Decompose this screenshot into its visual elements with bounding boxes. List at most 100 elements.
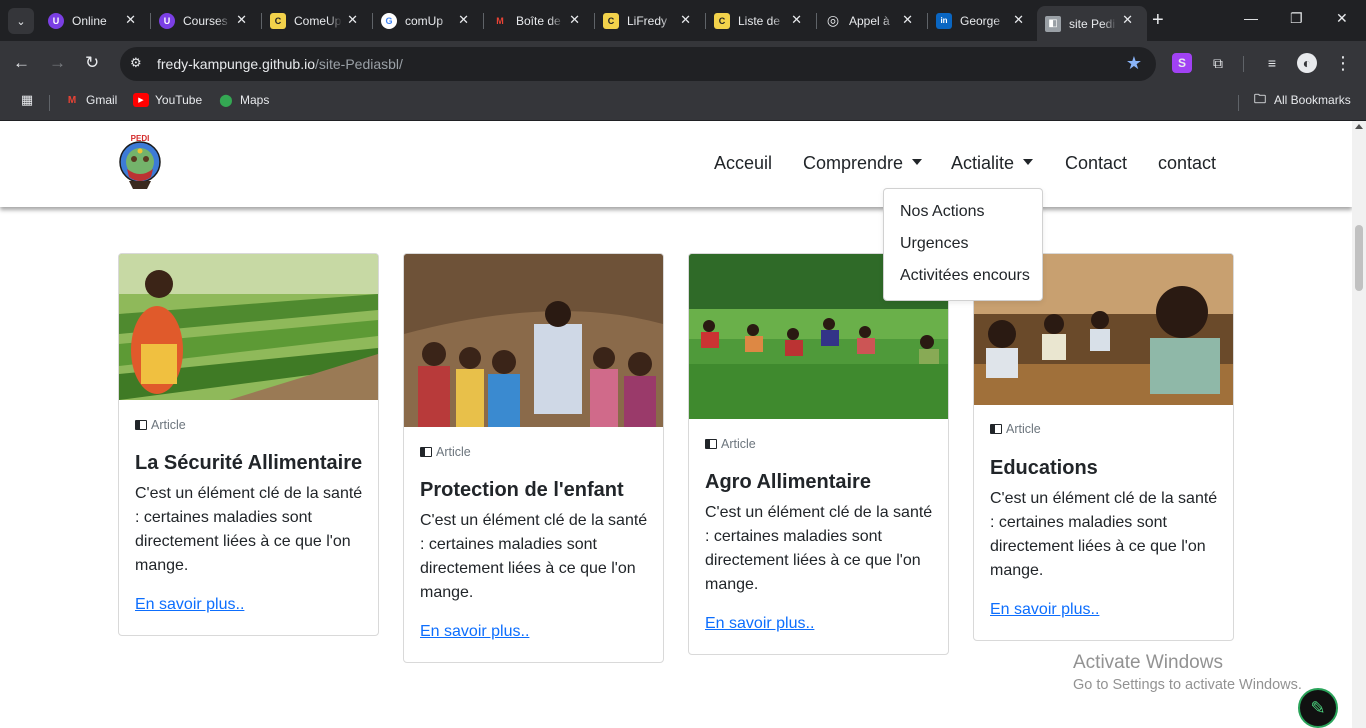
article-badge: Article [420, 445, 471, 459]
card-text: C'est un élément clé de la santé : certa… [705, 504, 933, 593]
browser-tab[interactable]: in George ✕ [928, 6, 1038, 35]
site-logo[interactable]: PEDI [117, 133, 163, 193]
extensions-puzzle-icon[interactable]: ⧉ [1208, 53, 1228, 73]
minimize-button[interactable]: — [1244, 10, 1258, 26]
card-text: C'est un élément clé de la santé : certa… [990, 490, 1218, 579]
apps-grid-icon[interactable]: ▦ [19, 92, 41, 107]
close-icon[interactable]: ✕ [125, 12, 136, 28]
close-icon[interactable]: ✕ [1013, 12, 1024, 28]
youtube-icon: ▶ [133, 93, 149, 107]
browser-tab-strip: ⌄ U Online ✕ U Courses ✕ C ComeUp ✕ G co… [0, 0, 1366, 41]
reload-button[interactable]: ↻ [85, 53, 99, 73]
dropdown-item-nos-actions[interactable]: Nos Actions [900, 203, 984, 221]
read-more-link[interactable]: En savoir plus.. [990, 601, 1099, 619]
card-title: Educations [990, 457, 1098, 479]
bookmark-youtube[interactable]: ▶ YouTube [133, 93, 202, 107]
arrow-right-icon: → [49, 53, 66, 72]
forward-button[interactable]: → [49, 53, 66, 73]
close-icon[interactable]: ✕ [347, 12, 358, 28]
dropdown-item-activites-encours[interactable]: Activitées encours [900, 267, 1030, 285]
scrollbar-thumb[interactable] [1355, 225, 1363, 291]
nav-accueil[interactable]: Acceuil [714, 153, 772, 174]
browser-tab[interactable]: U Online ✕ [40, 6, 150, 35]
book-icon [705, 439, 717, 449]
back-button[interactable]: ← [13, 53, 30, 73]
url-text[interactable]: fredy-kampunge.github.io/site-Pediasbl/ [157, 56, 403, 72]
caret-down-icon [1023, 158, 1034, 165]
browser-tab[interactable]: U Courses ✕ [151, 6, 261, 35]
site-info-icon[interactable]: ⚙ [130, 55, 148, 73]
page-scrollbar[interactable] [1352, 121, 1366, 728]
browser-tab-active[interactable]: ◧ site Pedi ✕ [1037, 6, 1147, 41]
maps-icon: ⬤ [219, 93, 233, 107]
browser-toolbar: ← → ↻ ⚙ fredy-kampunge.github.io/site-Pe… [0, 41, 1366, 86]
scroll-up-icon[interactable] [1355, 124, 1363, 129]
bookmark-star-icon[interactable]: ★ [1126, 53, 1142, 74]
article-badge: Article [990, 422, 1041, 436]
browser-tab[interactable]: ◎ Appel à ✕ [817, 6, 927, 35]
book-icon [420, 447, 432, 457]
tab-search-button[interactable]: ⌄ [8, 8, 34, 34]
extension-s-icon[interactable]: S [1172, 53, 1192, 73]
floating-action-button[interactable]: ✎ [1298, 688, 1338, 728]
nav-comprendre[interactable]: Comprendre [803, 153, 923, 174]
card-title: Protection de l'enfant [420, 479, 624, 501]
comeup-icon: C [270, 12, 286, 29]
restore-button[interactable]: ❐ [1290, 10, 1303, 27]
udemy-icon: U [159, 12, 175, 29]
card-text: C'est un élément clé de la santé : certa… [420, 512, 648, 601]
close-icon[interactable]: ✕ [902, 12, 913, 28]
nav-actialite[interactable]: Actialite [951, 153, 1034, 174]
read-more-link[interactable]: En savoir plus.. [420, 623, 529, 641]
caret-down-icon [912, 158, 923, 165]
reload-icon: ↻ [85, 53, 100, 72]
actialite-dropdown-menu: Nos Actions Urgences Activitées encours [883, 188, 1043, 301]
udemy-icon: U [48, 12, 64, 29]
tab-title: site Pedi [1069, 16, 1116, 31]
close-icon[interactable]: ✕ [458, 12, 469, 28]
new-tab-button[interactable]: + [1152, 9, 1164, 31]
article-card: Article Agro Allimentaire C'est un éléme… [688, 253, 949, 655]
site-favicon-icon: ◧ [1045, 15, 1061, 32]
close-icon[interactable]: ✕ [569, 12, 580, 28]
bookmark-gmail[interactable]: M Gmail [64, 93, 118, 107]
close-icon[interactable]: ✕ [680, 12, 691, 28]
read-more-link[interactable]: En savoir plus.. [705, 615, 814, 633]
dropdown-item-urgences[interactable]: Urgences [900, 235, 968, 253]
nav-contact[interactable]: Contact [1065, 153, 1127, 174]
window-close-button[interactable]: ✕ [1336, 10, 1348, 27]
browser-tab[interactable]: C ComeUp ✕ [262, 6, 372, 35]
browser-tab[interactable]: C LiFredy ✕ [595, 6, 705, 35]
folder-icon: 🗀 [1253, 91, 1266, 106]
article-badge: Article [705, 437, 756, 451]
browser-tab[interactable]: C Liste de ✕ [706, 6, 816, 35]
browser-tab[interactable]: M Boîte de ✕ [484, 6, 594, 35]
close-icon[interactable]: ✕ [791, 12, 802, 28]
article-card: Article Protection de l'enfant C'est un … [403, 253, 664, 663]
media-control-icon[interactable]: ≡ [1262, 53, 1282, 73]
bookmark-maps[interactable]: ⬤ Maps [218, 93, 269, 107]
read-more-link[interactable]: En savoir plus.. [135, 596, 244, 614]
address-bar[interactable]: ⚙ fredy-kampunge.github.io/site-Pediasbl… [120, 47, 1156, 81]
google-icon: G [381, 12, 397, 29]
comeup-icon: C [714, 12, 730, 29]
close-icon[interactable]: ✕ [236, 12, 247, 28]
card-title: La Sécurité Allimentaire [135, 452, 363, 474]
browser-tab[interactable]: G comUp ✕ [373, 6, 483, 35]
windows-activation-title: Activate Windows [1073, 652, 1223, 673]
tab-title: Liste de [738, 13, 781, 28]
article-card: Article La Sécurité Allimentaire C'est u… [118, 253, 379, 636]
pen-icon: ✎ [1310, 697, 1326, 718]
openai-icon: ◎ [826, 12, 840, 28]
tab-title: George [960, 13, 1001, 28]
nav-contact-2[interactable]: contact [1158, 153, 1216, 174]
card-image-children-group [404, 254, 663, 427]
tab-title: LiFredy [627, 13, 668, 28]
page-viewport: PEDI Acceuil Comprendre Actialite Contac… [0, 121, 1352, 728]
card-text: C'est un élément clé de la santé : certa… [135, 485, 363, 574]
close-icon[interactable]: ✕ [1122, 12, 1133, 28]
profile-avatar-icon[interactable]: ◐ [1297, 53, 1317, 73]
all-bookmarks-button[interactable]: 🗀 All Bookmarks [1252, 91, 1351, 108]
bookmarks-bar: ▦ M Gmail ▶ YouTube ⬤ Maps 🗀 All Bookmar… [0, 86, 1366, 121]
menu-kebab-icon[interactable]: ⋮ [1333, 53, 1353, 73]
